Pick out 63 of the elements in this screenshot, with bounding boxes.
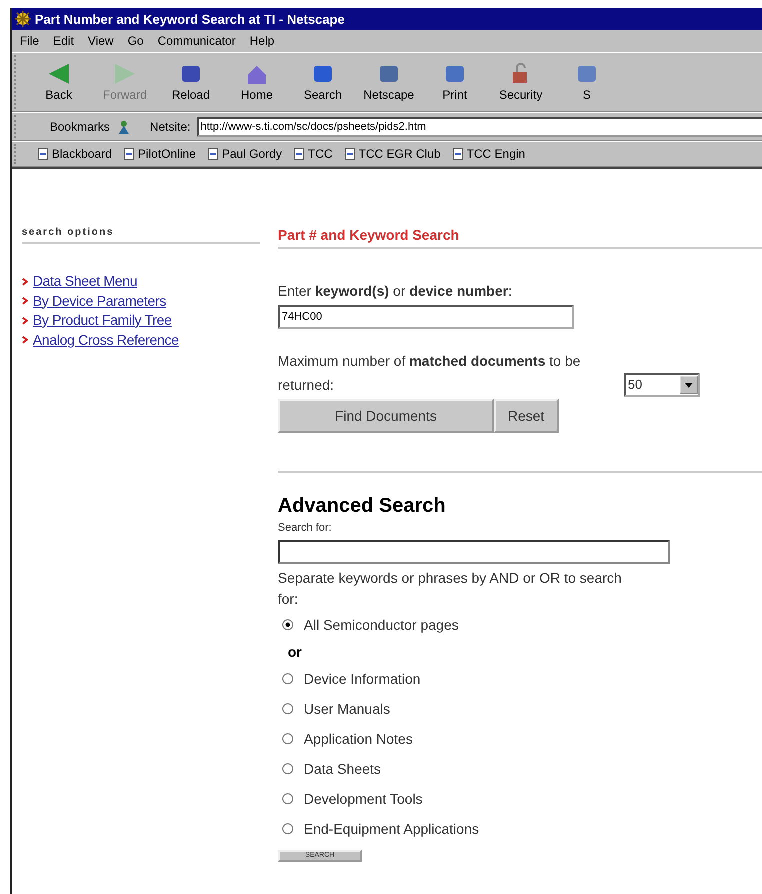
caret-icon	[685, 382, 693, 388]
radio-option[interactable]: End-Equipment Applications	[278, 814, 762, 844]
toolbar-button[interactable]: Print	[422, 62, 488, 102]
search-field[interactable]	[278, 540, 670, 564]
window-title: Part Number and Keyword Search at TI - Netscape	[35, 12, 345, 26]
radio-option[interactable]: All Semiconductor pages	[278, 610, 762, 640]
radio-option[interactable]: Application Notes	[278, 724, 762, 754]
menu-item[interactable]: Edit	[53, 34, 74, 48]
bookmark-icon	[452, 148, 463, 160]
chevron-icon	[22, 278, 28, 286]
field-label: Enter keyword(s) or device number:	[278, 282, 514, 301]
sidebar-link[interactable]: By Device Parameters	[33, 292, 166, 311]
location-label: Netsite:	[150, 120, 191, 134]
bookmark-icon	[294, 148, 304, 160]
chevron-icon	[22, 336, 28, 344]
bookmark-icon	[208, 148, 218, 160]
toolbar-button[interactable]: Reload	[158, 62, 224, 102]
sidebar-link[interactable]: Analog Cross Reference	[33, 330, 179, 350]
toolbar-button[interactable]: Back	[26, 62, 92, 102]
bookmark-icon	[124, 148, 134, 160]
radio-option[interactable]: Data Sheets	[278, 754, 762, 784]
bookmark-link[interactable]: TCC Engin	[452, 147, 526, 161]
radio-option[interactable]: User Manuals	[278, 694, 762, 724]
chevron-icon	[22, 316, 28, 325]
menu-item[interactable]: Communicator	[158, 34, 236, 48]
chevron-icon	[22, 297, 28, 306]
person-icon	[118, 120, 130, 134]
menu-item[interactable]: Go	[128, 34, 144, 48]
form-button[interactable]: Reset	[494, 399, 559, 433]
form-button[interactable]: Find Documents	[278, 399, 494, 433]
or-text: or	[287, 643, 303, 662]
radio-option[interactable]: Device Information	[278, 664, 762, 694]
toolbar-button[interactable]: S	[554, 62, 620, 102]
section-heading: Part # and Keyword Search	[278, 227, 762, 249]
menu-item[interactable]: View	[88, 34, 114, 48]
toolbar-button[interactable]: Security	[488, 62, 554, 102]
hint-text: Separate keywords or phrases by AND or OR to search for:	[278, 569, 623, 609]
menu-item[interactable]: File	[20, 34, 40, 48]
sidebar-link[interactable]: By Product Family Tree	[33, 311, 172, 330]
field-label: Search for:	[278, 522, 333, 534]
bookmark-link[interactable]: Blackboard	[38, 147, 112, 161]
app-icon	[15, 11, 31, 27]
sidebar-link[interactable]: Data Sheet Menu	[33, 272, 138, 292]
toolbar-button[interactable]: Home	[224, 62, 290, 102]
bookmark-link[interactable]: TCC EGR Club	[344, 147, 441, 161]
toolbar-button[interactable]: Netscape	[356, 62, 422, 102]
bookmark-link[interactable]: PilotOnline	[124, 147, 196, 161]
bookmark-icon	[38, 148, 48, 160]
bookmark-link[interactable]: Paul Gordy	[208, 147, 282, 161]
sidebar-heading: search options	[22, 227, 260, 244]
bookmark-icon	[344, 148, 355, 160]
max-documents-dropdown[interactable]: 50	[624, 373, 700, 397]
toolbar-icon	[113, 62, 137, 84]
radio-option[interactable]: Development Tools	[278, 784, 762, 814]
toolbar-button[interactable]: Search	[290, 62, 356, 102]
toolbar-icon	[47, 62, 71, 84]
bookmark-link[interactable]: TCC	[294, 147, 333, 161]
max-documents-label: Maximum number of matched documents to be returned:	[278, 352, 582, 395]
section-heading: Advanced Search	[278, 495, 447, 518]
bookmarks-button[interactable]: Bookmarks	[32, 120, 110, 134]
menu-item[interactable]: Help	[250, 34, 275, 48]
url-field[interactable]: http://www-s.ti.com/sc/docs/psheets/pids2.htm	[196, 116, 762, 136]
keyword-field[interactable]: 74HC00	[278, 305, 574, 329]
